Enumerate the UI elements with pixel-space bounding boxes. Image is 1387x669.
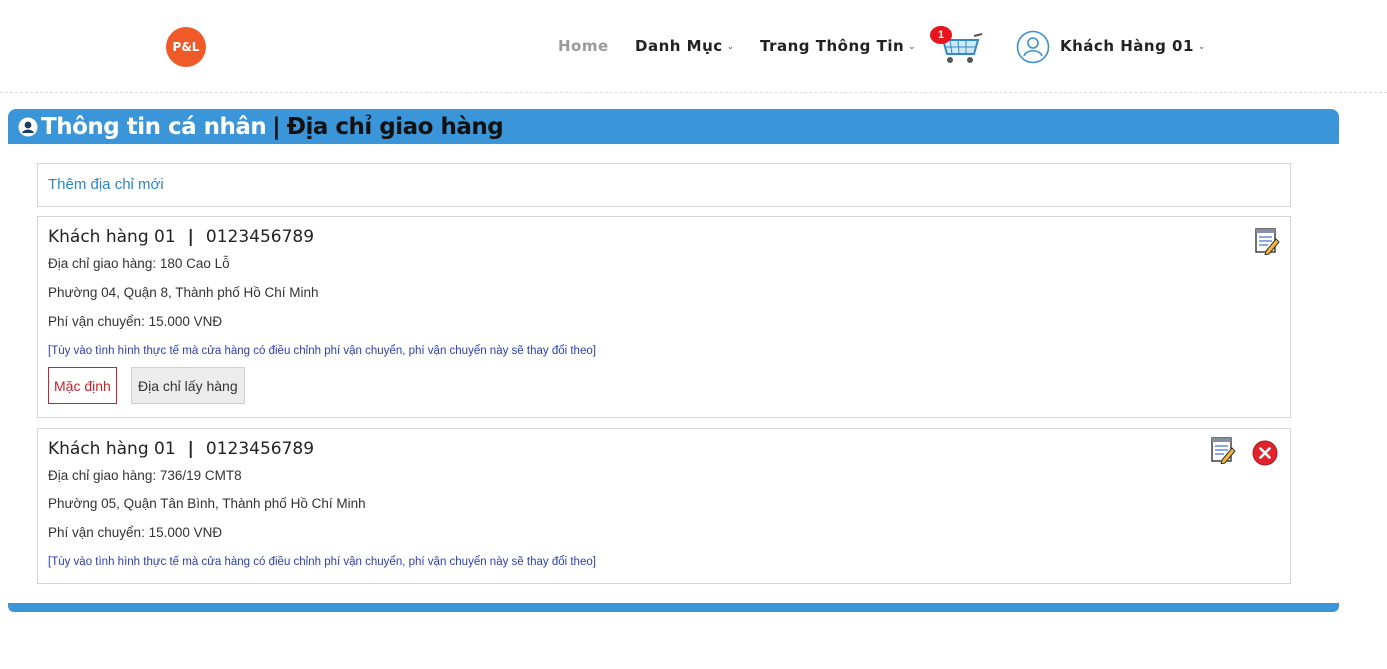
shipping-note: [Tùy vào tình hình thực tế mà cửa hàng c… <box>48 345 596 357</box>
nav-danh-muc[interactable]: Danh Mục ⌄ <box>635 37 735 55</box>
top-header: P&L Home Danh Mục ⌄ Trang Thông Tin ⌄ 1 Kh… <box>0 0 1387 93</box>
user-circle-icon[interactable] <box>1016 30 1050 64</box>
section-bottom-bar <box>8 603 1339 612</box>
nav-danh-muc-label: Danh Mục <box>635 37 723 55</box>
address-street: Địa chỉ giao hàng: 736/19 CMT8 <box>48 468 242 483</box>
nav-trang-thong-tin[interactable]: Trang Thông Tin ⌄ <box>760 37 916 55</box>
add-address-link[interactable]: Thêm địa chỉ mới <box>48 176 164 193</box>
address-contact: Khách hàng 01 | 0123456789 <box>48 439 314 459</box>
chevron-down-icon: ⌄ <box>1197 42 1206 52</box>
pickup-address-button[interactable]: Địa chỉ lấy hàng <box>131 367 245 404</box>
default-address-button[interactable]: Mặc định <box>48 367 117 404</box>
address-name: Khách hàng 01 <box>48 227 176 247</box>
edit-note-icon[interactable] <box>1210 436 1236 464</box>
user-menu[interactable]: Khách Hàng 01 ⌄ <box>1060 37 1206 55</box>
cart-button[interactable]: 1 <box>930 26 984 66</box>
address-card: Khách hàng 01 | 0123456789 Địa chỉ giao hà… <box>37 428 1291 584</box>
add-address-box: Thêm địa chỉ mới <box>37 163 1291 207</box>
page-title: Thông tin cá nhân <box>41 113 267 140</box>
user-circle-icon <box>18 117 38 136</box>
section-title-bar: Thông tin cá nhân | Địa chỉ giao hàng <box>8 109 1339 144</box>
address-region: Phường 04, Quận 8, Thành phố Hồ Chí Minh <box>48 285 319 300</box>
cart-count-badge: 1 <box>930 26 952 44</box>
title-separator: | <box>272 113 281 140</box>
address-fee: Phí vận chuyển: 15.000 VNĐ <box>48 314 223 329</box>
address-phone: 0123456789 <box>205 439 315 459</box>
chevron-down-icon: ⌄ <box>726 42 735 52</box>
nav-trang-thong-tin-label: Trang Thông Tin <box>760 37 905 55</box>
address-contact: Khách hàng 01 | 0123456789 <box>48 227 314 247</box>
address-name: Khách hàng 01 <box>48 439 176 459</box>
page-subtitle: Địa chỉ giao hàng <box>286 113 504 140</box>
shipping-note: [Tùy vào tình hình thực tế mà cửa hàng c… <box>48 556 596 568</box>
address-card: Khách hàng 01 | 0123456789 Địa chỉ giao hà… <box>37 216 1291 418</box>
edit-note-icon[interactable] <box>1254 227 1280 255</box>
nav-home[interactable]: Home <box>558 37 609 55</box>
logo[interactable]: P&L <box>166 27 206 67</box>
divider: | <box>187 227 194 247</box>
address-fee: Phí vận chuyển: 15.000 VNĐ <box>48 525 223 540</box>
address-region: Phường 05, Quận Tân Bình, Thành phố Hồ C… <box>48 496 366 511</box>
address-phone: 0123456789 <box>205 227 315 247</box>
divider: | <box>187 439 194 459</box>
chevron-down-icon: ⌄ <box>908 42 917 52</box>
user-name-label: Khách Hàng 01 <box>1060 37 1194 55</box>
close-circle-icon[interactable] <box>1252 440 1278 466</box>
address-street: Địa chỉ giao hàng: 180 Cao Lỗ <box>48 256 230 271</box>
